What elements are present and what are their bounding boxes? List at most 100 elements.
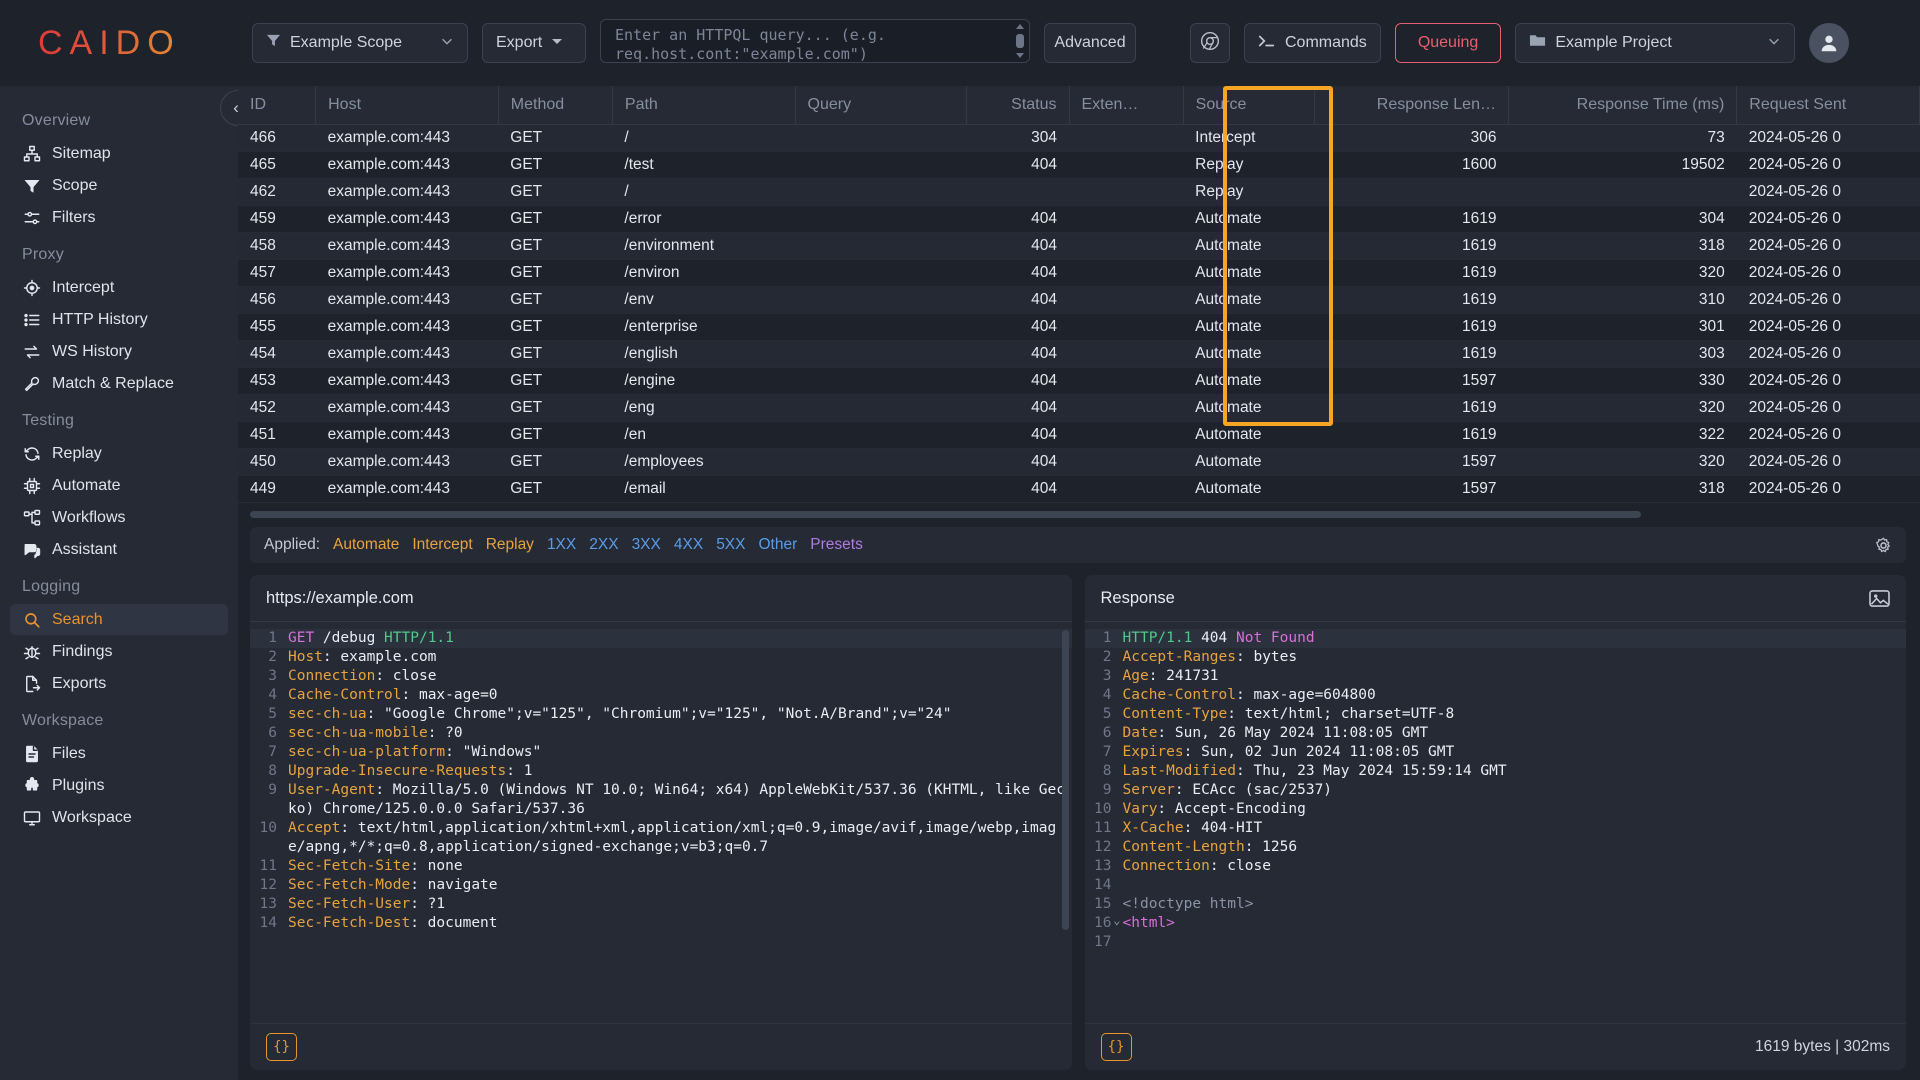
project-selector[interactable]: Example Project xyxy=(1515,23,1796,63)
sidebar-item-search[interactable]: Search xyxy=(10,604,228,635)
table-header-status[interactable]: Status xyxy=(966,86,1070,125)
cell-id: 452 xyxy=(238,394,316,422)
code-line: 13 Connection: close xyxy=(1085,857,1907,876)
applied-filter-tag[interactable]: 1XX xyxy=(547,536,576,554)
sidebar-item-scope[interactable]: Scope xyxy=(10,170,228,201)
cell-source: Automate xyxy=(1183,448,1315,476)
applied-filter-tag[interactable]: 4XX xyxy=(674,536,703,554)
request-vertical-scrollbar[interactable] xyxy=(1061,630,1069,930)
cell-source: Automate xyxy=(1183,475,1315,503)
code-line-text: User-Agent: Mozilla/5.0 (Windows NT 10.0… xyxy=(288,782,1065,817)
sidebar-item-workflows[interactable]: Workflows xyxy=(10,502,228,533)
sidebar-item-exports[interactable]: Exports xyxy=(10,668,228,699)
table-header-request-sent[interactable]: Request Sent xyxy=(1736,86,1920,125)
sidebar-item-filters[interactable]: Filters xyxy=(10,202,228,233)
cell-path: /env xyxy=(612,286,796,314)
browser-button[interactable] xyxy=(1190,23,1230,63)
response-code-view[interactable]: 1 HTTP/1.1 404 Not Found 2 Accept-Ranges: b… xyxy=(1084,622,1907,1023)
image-icon[interactable] xyxy=(1869,589,1890,608)
cell-method: GET xyxy=(498,151,613,179)
table-row[interactable]: 455 example.com:443 GET/enterprise 404 Autom… xyxy=(238,313,1920,341)
line-number: 14 xyxy=(259,915,277,931)
sidebar-item-plugins[interactable]: Plugins xyxy=(10,770,228,801)
sidebar-item-label: WS History xyxy=(52,342,132,360)
table-row[interactable]: 451 example.com:443 GET/en 404 Automate 1619 3… xyxy=(238,421,1920,449)
table-row[interactable]: 456 example.com:443 GET/env 404 Automate 1619… xyxy=(238,286,1920,314)
applied-filter-tag[interactable]: Intercept xyxy=(412,536,472,554)
sidebar-item-automate[interactable]: Automate xyxy=(10,470,228,501)
cell-ext xyxy=(1069,178,1184,206)
code-line: 6 sec-ch-ua-mobile: ?0 xyxy=(250,724,1072,743)
sidebar-item-assistant[interactable]: Assistant xyxy=(10,534,228,565)
scope-selector[interactable]: Example Scope xyxy=(252,23,468,63)
table-row[interactable]: 462 example.com:443 GET / Replay 2024-05-26 0 xyxy=(238,178,1920,206)
cell-resp_len xyxy=(1314,178,1509,206)
table-row[interactable]: 449 example.com:443 GET/email 404 Automate 15… xyxy=(238,475,1920,503)
table-row[interactable]: 465 example.com:443 GET/test 404 Replay 1600 1… xyxy=(238,151,1920,179)
table-row[interactable]: 458 example.com:443 GET/environment 404 Auto… xyxy=(238,232,1920,260)
table-row[interactable]: 450 example.com:443 GET/employees 404 Automa… xyxy=(238,448,1920,476)
sidebar-item-workspace[interactable]: Workspace xyxy=(10,802,228,833)
table-header-exten[interactable]: Exten… xyxy=(1069,86,1184,125)
export-button[interactable]: Export xyxy=(482,23,586,63)
applied-filter-tag[interactable]: Presets xyxy=(810,536,863,554)
cell-resp_len: 1600 xyxy=(1314,151,1509,179)
table-header-path[interactable]: Path xyxy=(612,86,796,125)
table-header-query[interactable]: Query xyxy=(795,86,967,125)
requests-table: ID Host Method Path Query Status Exten… Source R… xyxy=(238,86,1920,503)
request-code-view[interactable]: 1 GET /debug HTTP/1.1 2 Host: example.com 3 C… xyxy=(250,622,1072,1023)
cell-sent: 2024-05-26 0 xyxy=(1736,178,1920,206)
sidebar-item-label: Automate xyxy=(52,476,121,494)
cell-path: /error xyxy=(612,205,796,233)
sidebar-item-replay[interactable]: Replay xyxy=(10,438,228,469)
gear-icon[interactable] xyxy=(1875,536,1892,554)
table-header-response-time-ms[interactable]: Response Time (ms) xyxy=(1508,86,1738,125)
cell-resp_time: 19502 xyxy=(1508,151,1737,179)
sidebar-item-match-replace[interactable]: Match & Replace xyxy=(10,368,228,399)
code-line-text: Cache-Control: max-age=604800 xyxy=(1122,687,1376,703)
table-horizontal-scrollbar[interactable] xyxy=(250,509,1906,520)
commands-button[interactable]: Commands xyxy=(1244,23,1381,63)
cell-status: 404 xyxy=(966,232,1069,260)
response-pretty-print-button[interactable]: {} xyxy=(1100,1033,1132,1061)
cell-method: GET xyxy=(498,367,613,395)
applied-filter-tag[interactable]: 2XX xyxy=(589,536,618,554)
applied-filter-tag[interactable]: Automate xyxy=(333,536,399,554)
queuing-button-label: Queuing xyxy=(1417,34,1479,51)
applied-filter-tag[interactable]: 3XX xyxy=(632,536,661,554)
sidebar: « OverviewSitemapScopeFiltersProxyInterc… xyxy=(0,86,238,1080)
table-row[interactable]: 459 example.com:443 GET/error 404 Automate 16… xyxy=(238,205,1920,233)
applied-filter-tag[interactable]: Other xyxy=(759,536,798,554)
table-row[interactable]: 453 example.com:443 GET/engine 404 Automate 1… xyxy=(238,367,1920,395)
sidebar-item-label: Workflows xyxy=(52,508,126,526)
table-header-response-len[interactable]: Response Len… xyxy=(1314,86,1509,125)
applied-filter-tag[interactable]: 5XX xyxy=(716,536,745,554)
table-row[interactable]: 457 example.com:443 GET/environ 404 Automate… xyxy=(238,259,1920,287)
table-header-id[interactable]: ID xyxy=(238,86,317,125)
advanced-button[interactable]: Advanced xyxy=(1044,23,1136,63)
sidebar-item-label: Filters xyxy=(52,208,96,226)
cell-status: 404 xyxy=(966,205,1069,233)
sidebar-item-files[interactable]: Files xyxy=(10,738,228,769)
cell-query xyxy=(795,367,967,395)
sidebar-item-sitemap[interactable]: Sitemap xyxy=(10,138,228,169)
table-header-host[interactable]: Host xyxy=(315,86,499,125)
sidebar-item-findings[interactable]: Findings xyxy=(10,636,228,667)
code-line-text: sec-ch-ua-mobile: ?0 xyxy=(288,725,463,741)
table-header-source[interactable]: Source xyxy=(1183,86,1315,125)
sidebar-item-ws-history[interactable]: WS History xyxy=(10,336,228,367)
httpql-scroll-indicator[interactable] xyxy=(1015,23,1024,58)
sidebar-item-intercept[interactable]: Intercept xyxy=(10,272,228,303)
sidebar-item-http-history[interactable]: HTTP History xyxy=(10,304,228,335)
queuing-button[interactable]: Queuing xyxy=(1394,23,1502,63)
applied-filter-tag[interactable]: Replay xyxy=(486,536,534,554)
table-row[interactable]: 454 example.com:443 GET/english 404 Automate… xyxy=(238,340,1920,368)
user-avatar-icon[interactable] xyxy=(1809,23,1850,63)
request-pretty-print-button[interactable]: {} xyxy=(266,1033,297,1061)
table-row[interactable]: 466 example.com:443 GET/ 304 Intercept 306 73 2… xyxy=(238,124,1920,152)
code-line: 1 GET /debug HTTP/1.1 xyxy=(250,629,1072,648)
cell-resp_len: 1597 xyxy=(1314,367,1509,395)
table-row[interactable]: 452 example.com:443 GET/eng 404 Automate 1619… xyxy=(238,394,1920,422)
httpql-search-input[interactable] xyxy=(600,18,1030,63)
table-header-method[interactable]: Method xyxy=(498,86,613,125)
